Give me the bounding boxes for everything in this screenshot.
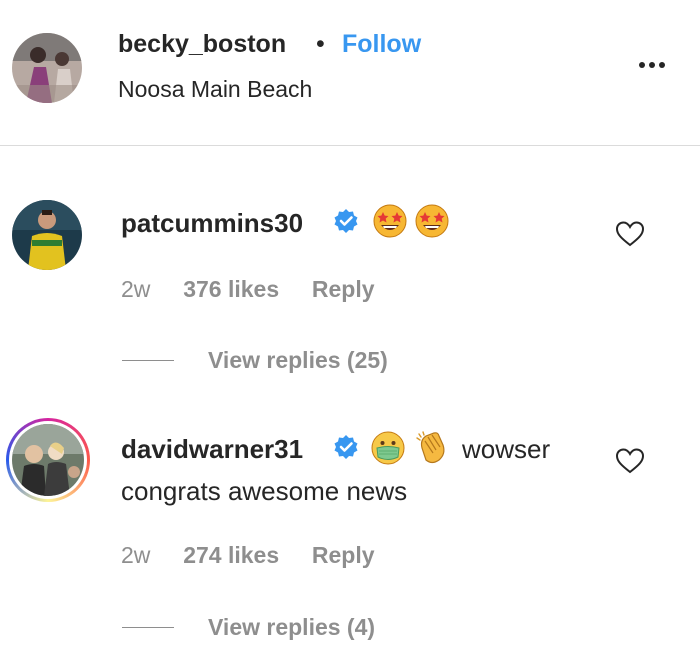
story-ring[interactable]: [6, 418, 90, 502]
commenter-username[interactable]: patcummins30: [121, 208, 303, 239]
comment-meta: 2w 274 likes Reply: [121, 542, 375, 569]
post-header: becky_boston • Follow Noosa Main Beach: [0, 0, 700, 145]
view-replies-button[interactable]: View replies (4): [208, 614, 375, 641]
comment-text-continued: congrats awesome news: [121, 476, 408, 506]
verified-badge-icon: [333, 208, 359, 234]
poster-avatar[interactable]: [12, 33, 82, 103]
like-heart-icon[interactable]: [615, 447, 645, 475]
reply-button[interactable]: Reply: [312, 542, 375, 568]
view-replies-button[interactable]: View replies (25): [208, 347, 388, 374]
like-heart-icon[interactable]: [615, 220, 645, 248]
header-divider: [0, 145, 700, 146]
face-with-medical-mask-icon: [370, 430, 406, 471]
star-struck-face-icon: [414, 203, 450, 244]
separator-dot: •: [316, 30, 325, 58]
replies-divider-line: [122, 627, 174, 628]
comment-time: 2w: [121, 542, 151, 568]
comment-meta: 2w 376 likes Reply: [121, 276, 375, 303]
verified-badge-icon: [333, 434, 359, 460]
reply-button[interactable]: Reply: [312, 276, 375, 302]
clapping-hands-icon: [412, 428, 452, 473]
commenter-avatar[interactable]: [12, 200, 82, 270]
comment-text: wowser: [462, 434, 551, 464]
comment-likes[interactable]: 274 likes: [183, 542, 279, 568]
commenter-username[interactable]: davidwarner31: [121, 434, 303, 465]
post-location[interactable]: Noosa Main Beach: [118, 76, 312, 103]
poster-username[interactable]: becky_boston: [118, 30, 286, 59]
more-horizontal-icon[interactable]: [632, 55, 672, 75]
follow-button[interactable]: Follow: [342, 30, 421, 59]
comment-likes[interactable]: 376 likes: [183, 276, 279, 302]
star-struck-face-icon: [372, 203, 408, 244]
commenter-avatar[interactable]: [12, 424, 84, 496]
replies-divider-line: [122, 360, 174, 361]
comment-time: 2w: [121, 276, 151, 302]
